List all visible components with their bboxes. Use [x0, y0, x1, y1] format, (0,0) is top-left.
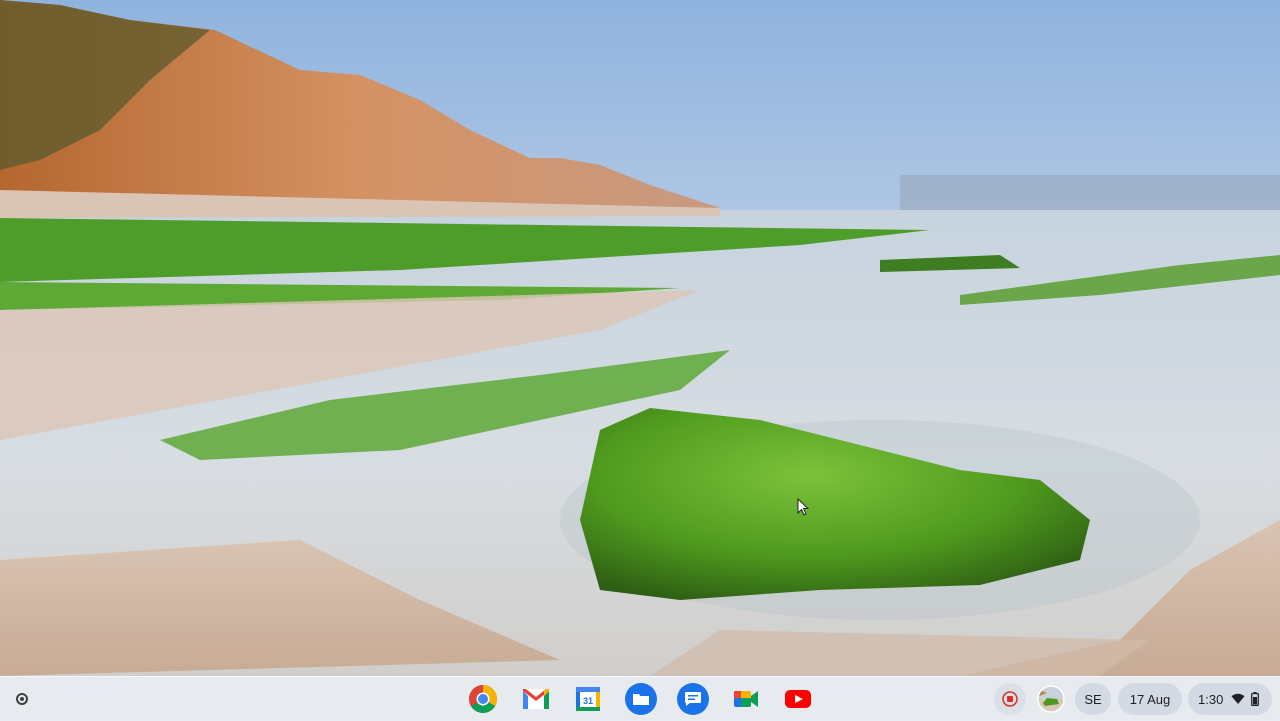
mouse-cursor [797, 498, 810, 516]
launcher-circle-icon [16, 693, 28, 705]
holding-space-button[interactable] [1035, 683, 1067, 715]
svg-text:31: 31 [583, 696, 593, 706]
ime-button[interactable]: SE [1075, 683, 1111, 715]
launcher-button[interactable] [11, 688, 33, 710]
desktop-wallpaper [0, 0, 1280, 720]
shelf-app-calendar[interactable]: 31 [572, 683, 604, 715]
files-folder-icon [633, 694, 649, 705]
holding-space-thumbnail [1037, 685, 1065, 713]
gmail-icon [523, 689, 549, 709]
date-label: 17 Aug [1129, 691, 1171, 707]
shelf-app-files[interactable] [625, 683, 657, 715]
chrome-icon [469, 685, 497, 713]
shelf-app-meet[interactable] [730, 683, 762, 715]
shelf-app-messages[interactable] [677, 683, 709, 715]
date-tray-button[interactable]: 17 Aug [1118, 683, 1182, 715]
shelf-app-chrome[interactable] [467, 683, 499, 715]
shelf-app-youtube[interactable] [782, 683, 814, 715]
screen-recording-button[interactable] [994, 683, 1026, 715]
calendar-icon: 31 [576, 687, 600, 711]
shelf-app-gmail[interactable] [520, 683, 552, 715]
ime-label: SE [1084, 691, 1102, 707]
messages-icon [685, 692, 701, 706]
meet-icon [734, 691, 758, 707]
wifi-icon [1231, 693, 1245, 704]
status-area-button[interactable]: 1:30 [1188, 683, 1272, 715]
time-label: 1:30 [1198, 691, 1224, 707]
shelf: 31 SE 17 Aug 1:30 [0, 676, 1280, 721]
stop-recording-icon [1002, 691, 1018, 707]
battery-icon [1251, 692, 1260, 706]
youtube-icon [785, 690, 811, 708]
